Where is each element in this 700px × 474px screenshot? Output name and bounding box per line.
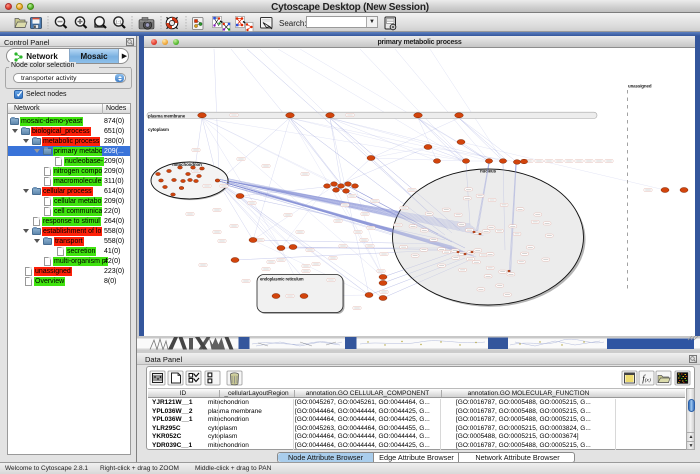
svg-text:cytoplasm: cytoplasm	[148, 127, 169, 132]
svg-text:mitochondrion: mitochondrion	[172, 162, 202, 167]
svg-text:unassigned: unassigned	[628, 84, 652, 89]
svg-text:1:1: 1:1	[115, 20, 122, 25]
svg-text:endoplasmic reticulum: endoplasmic reticulum	[260, 277, 304, 282]
svg-text:plasma membrane: plasma membrane	[148, 113, 186, 118]
